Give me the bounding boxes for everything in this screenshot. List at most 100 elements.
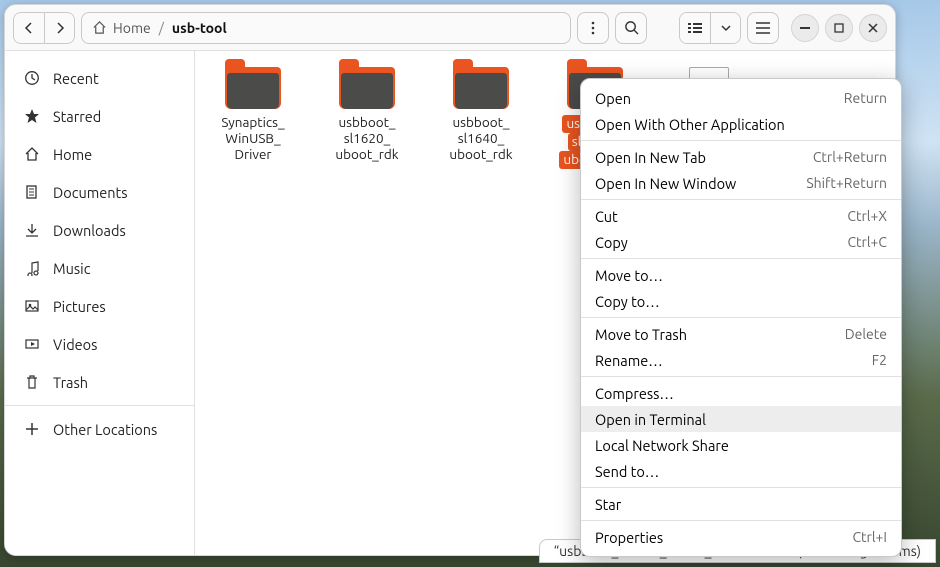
context-menu-divider: [581, 258, 901, 259]
context-menu-item[interactable]: Local Network Share: [581, 432, 901, 458]
search-button[interactable]: [615, 12, 647, 44]
context-menu-divider: [581, 317, 901, 318]
header-bar: Home / usb-tool: [5, 5, 895, 51]
sidebar-item-home[interactable]: Home: [5, 135, 194, 173]
download-icon: [23, 222, 41, 238]
window-controls: [791, 14, 887, 42]
sidebar-item-trash[interactable]: Trash: [5, 363, 194, 401]
trash-icon: [23, 374, 41, 390]
context-menu: OpenReturnOpen With Other Application Ope…: [580, 78, 902, 557]
sidebar-item-other-locations[interactable]: Other Locations: [5, 410, 194, 448]
context-menu-shortcut: Ctrl+C: [847, 234, 887, 250]
sidebar-item-music[interactable]: Music: [5, 249, 194, 287]
nav-buttons: [13, 12, 75, 44]
sidebar-item-label: Pictures: [53, 298, 106, 315]
sidebar-item-downloads[interactable]: Downloads: [5, 211, 194, 249]
kebab-icon: [591, 21, 595, 35]
context-menu-divider: [581, 376, 901, 377]
path-current[interactable]: usb-tool: [172, 20, 227, 36]
path-separator: /: [159, 20, 164, 36]
context-menu-label: Copy to…: [595, 293, 660, 310]
context-menu-item[interactable]: Star: [581, 491, 901, 517]
chevron-left-icon: [23, 22, 35, 34]
context-menu-item[interactable]: Copy to…: [581, 288, 901, 314]
sidebar-item-label: Music: [53, 260, 90, 277]
context-menu-divider: [581, 199, 901, 200]
context-menu-divider: [581, 487, 901, 488]
context-menu-item[interactable]: CutCtrl+X: [581, 203, 901, 229]
list-icon: [688, 22, 702, 34]
context-menu-item[interactable]: Properties Ctrl+I: [581, 524, 901, 550]
search-icon: [624, 20, 639, 35]
sidebar-item-videos[interactable]: Videos: [5, 325, 194, 363]
sidebar: Recent Starred Home Documents Downloads …: [5, 51, 195, 555]
context-menu-shortcut: F2: [872, 352, 887, 368]
sidebar-item-label: Recent: [53, 70, 99, 87]
context-menu-shortcut: Return: [844, 90, 887, 106]
path-home[interactable]: Home: [92, 20, 151, 36]
sidebar-item-label: Videos: [53, 336, 97, 353]
context-menu-item[interactable]: Move to TrashDelete: [581, 321, 901, 347]
sidebar-item-label: Documents: [53, 184, 128, 201]
sidebar-item-starred[interactable]: Starred: [5, 97, 194, 135]
context-menu-label: Compress…: [595, 385, 674, 402]
sidebar-item-recent[interactable]: Recent: [5, 59, 194, 97]
nav-back-button[interactable]: [14, 13, 44, 43]
folder-item[interactable]: usbboot_sl1640_uboot_rdk: [431, 67, 531, 163]
folder-item[interactable]: Synaptics_WinUSB_Driver: [203, 67, 303, 163]
minimize-icon: [800, 27, 810, 29]
context-menu-label: Rename…: [595, 352, 663, 369]
context-menu-item[interactable]: Move to…: [581, 262, 901, 288]
sidebar-item-label: Home: [53, 146, 92, 163]
context-menu-label: Copy: [595, 234, 628, 251]
folder-icon: [453, 67, 509, 109]
folder-item[interactable]: usbboot_sl1620_uboot_rdk: [317, 67, 417, 163]
window-close-button[interactable]: [859, 14, 887, 42]
window-minimize-button[interactable]: [791, 14, 819, 42]
item-label: Synaptics_WinUSB_Driver: [203, 115, 303, 163]
context-menu-label: Open In New Tab: [595, 149, 706, 166]
context-menu-item[interactable]: Copy Ctrl+C: [581, 229, 901, 255]
item-label: usbboot_sl1620_uboot_rdk: [317, 115, 417, 163]
clock-icon: [23, 70, 41, 86]
context-menu-label: Cut: [595, 208, 618, 225]
context-menu-item[interactable]: Open In New WindowShift+Return: [581, 170, 901, 196]
view-dropdown-button[interactable]: [710, 13, 740, 43]
sidebar-item-label: Trash: [53, 374, 88, 391]
context-menu-label: Star: [595, 496, 621, 513]
folder-icon: [225, 67, 281, 109]
context-menu-item[interactable]: OpenReturn: [581, 85, 901, 111]
context-menu-item[interactable]: Compress…: [581, 380, 901, 406]
sidebar-item-label: Downloads: [53, 222, 126, 239]
path-bar[interactable]: Home / usb-tool: [81, 12, 571, 44]
view-switcher: [679, 12, 741, 44]
sidebar-item-label: Other Locations: [53, 421, 157, 438]
chevron-down-icon: [721, 24, 731, 32]
hamburger-icon: [756, 22, 770, 34]
star-icon: [23, 108, 41, 124]
context-menu-item[interactable]: Send to…: [581, 458, 901, 484]
sidebar-item-label: Starred: [53, 108, 101, 125]
nav-forward-button[interactable]: [44, 13, 74, 43]
context-menu-item[interactable]: Open in Terminal: [581, 406, 901, 432]
window-maximize-button[interactable]: [825, 14, 853, 42]
hamburger-menu-button[interactable]: [747, 12, 779, 44]
path-home-label: Home: [113, 20, 151, 36]
sidebar-item-pictures[interactable]: Pictures: [5, 287, 194, 325]
context-menu-label: Properties: [595, 529, 663, 546]
context-menu-divider: [581, 140, 901, 141]
pictures-icon: [23, 298, 41, 314]
context-menu-label: Move to…: [595, 267, 663, 284]
sidebar-divider: [5, 405, 194, 406]
home-icon: [92, 20, 107, 35]
path-menu-button[interactable]: [577, 12, 609, 44]
sidebar-item-documents[interactable]: Documents: [5, 173, 194, 211]
chevron-right-icon: [54, 22, 66, 34]
context-menu-item[interactable]: Open With Other Application: [581, 111, 901, 137]
context-menu-item[interactable]: Open In New TabCtrl+Return: [581, 144, 901, 170]
context-menu-shortcut: Ctrl+I: [852, 529, 887, 545]
home-icon: [23, 146, 41, 162]
view-list-button[interactable]: [680, 13, 710, 43]
context-menu-label: Send to…: [595, 463, 659, 480]
context-menu-item[interactable]: Rename… F2: [581, 347, 901, 373]
